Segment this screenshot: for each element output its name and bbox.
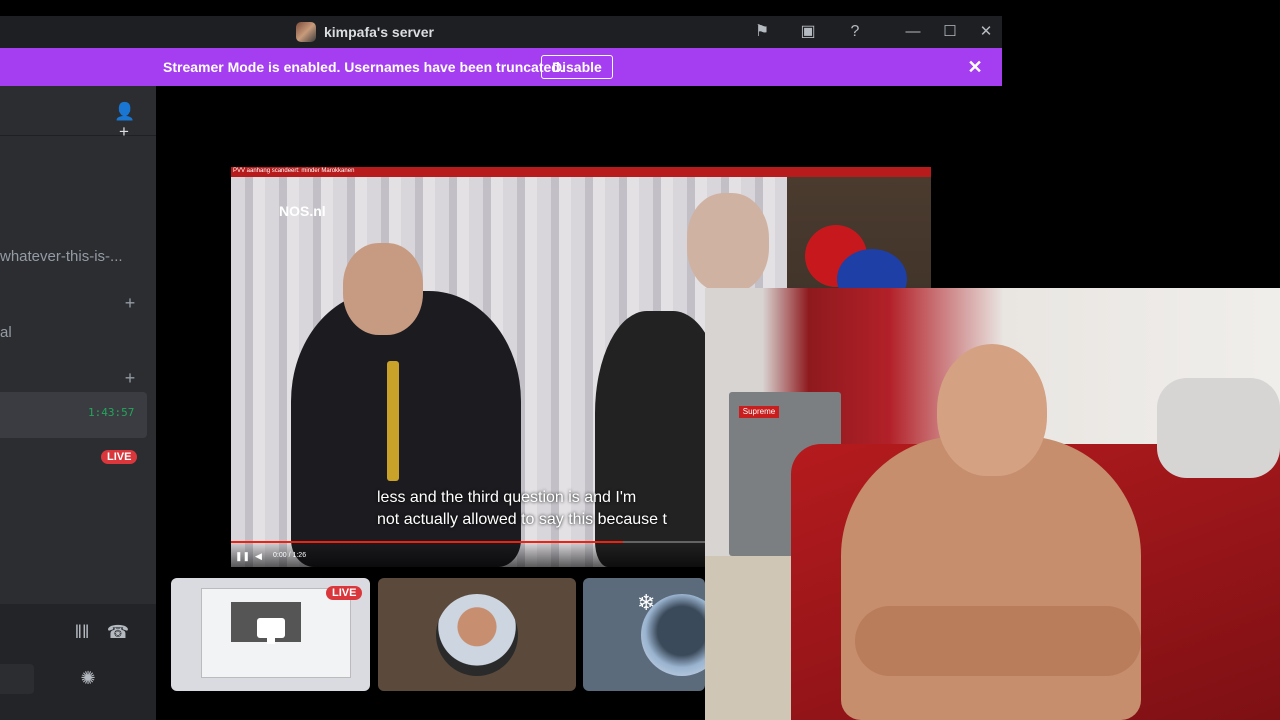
channel-item-whatever[interactable]: whatever-this-is-...	[0, 248, 123, 265]
webcam-overlay: Supreme	[705, 288, 1280, 720]
webcam-person-head	[937, 344, 1047, 476]
live-badge: LIVE	[101, 450, 138, 464]
video-title-bar: PVV aanhang scandeert: minder Marokkanen	[231, 167, 931, 177]
disconnect-icon[interactable]: ☎	[106, 622, 130, 643]
participant-avatar	[436, 594, 518, 676]
video-time: 0:00 / 1:26	[273, 552, 307, 559]
video-subtitles: less and the third question is and I'm n…	[377, 487, 667, 531]
voice-connection-panel: ǁǁ ☎ ✺	[0, 604, 156, 720]
tile-live-badge: LIVE	[326, 586, 363, 600]
noise-suppression-icon[interactable]: ǁǁ	[70, 622, 94, 643]
video-title: PVV aanhang scandeert: minder Marokkanen	[233, 168, 355, 174]
second-face	[687, 193, 769, 293]
snowflake-icon: ❄	[637, 590, 656, 615]
streamer-mode-banner: Streamer Mode is enabled. Usernames have…	[0, 48, 1002, 86]
add-voice-channel-icon[interactable]: +	[122, 368, 138, 389]
speaker-face	[343, 243, 423, 335]
participant-tile-user[interactable]	[378, 578, 576, 691]
add-channel-icon[interactable]: +	[122, 293, 138, 314]
close-banner-icon[interactable]: ✕	[964, 56, 986, 78]
participant-tile-screen[interactable]: LIVE	[171, 578, 370, 691]
add-member-icon[interactable]: 👤+	[114, 102, 135, 141]
participant-tile-user-2[interactable]: ❄	[583, 578, 705, 691]
channel-item-al[interactable]: al	[0, 324, 12, 341]
subtitle-line-2: not actually allowed to say this because…	[377, 511, 667, 528]
inbox-icon[interactable]: ▣	[798, 22, 818, 42]
pause-icon[interactable]: ❚❚	[235, 551, 250, 562]
volume-icon[interactable]: ◀	[255, 551, 262, 562]
window-title-text: kimpafa's server	[324, 24, 434, 40]
server-avatar	[296, 22, 316, 42]
video-progress-fill	[231, 541, 623, 543]
window-titlebar: kimpafa's server ⚑ ▣ ? — ☐ ✕	[0, 16, 1002, 48]
webcam-person-arms	[855, 606, 1141, 676]
window-title: kimpafa's server	[296, 22, 434, 42]
speaker-tie	[387, 361, 399, 481]
pillow	[1157, 378, 1280, 478]
camera-toggle-button[interactable]	[0, 664, 34, 694]
subtitle-line-1: less and the third question is and I'm	[377, 489, 637, 506]
minimize-button[interactable]: —	[901, 20, 925, 44]
help-icon[interactable]: ?	[845, 22, 865, 42]
activities-icon[interactable]: ✺	[76, 668, 100, 689]
channel-sidebar: 👤+ whatever-this-is-... + al + 1:43:57 L…	[0, 86, 156, 720]
nos-logo: NOS.nl	[279, 203, 326, 219]
flag-icon[interactable]: ⚑	[752, 22, 772, 42]
sidebar-header: 👤+	[0, 86, 156, 141]
fridge-sticker: Supreme	[739, 406, 779, 418]
app-root: kimpafa's server ⚑ ▣ ? — ☐ ✕ Streamer Mo…	[0, 0, 1280, 720]
maximize-button[interactable]: ☐	[938, 20, 962, 44]
close-window-button[interactable]: ✕	[974, 20, 998, 44]
banner-text: Streamer Mode is enabled. Usernames have…	[163, 59, 564, 75]
screen-share-stand	[267, 638, 275, 644]
disable-streamer-mode-button[interactable]: Disable	[541, 55, 613, 79]
voice-user-row[interactable]: 1:43:57	[0, 392, 147, 438]
voice-timer: 1:43:57	[88, 406, 135, 419]
screen-share-icon	[257, 618, 285, 638]
webcam-person-body	[841, 436, 1141, 720]
